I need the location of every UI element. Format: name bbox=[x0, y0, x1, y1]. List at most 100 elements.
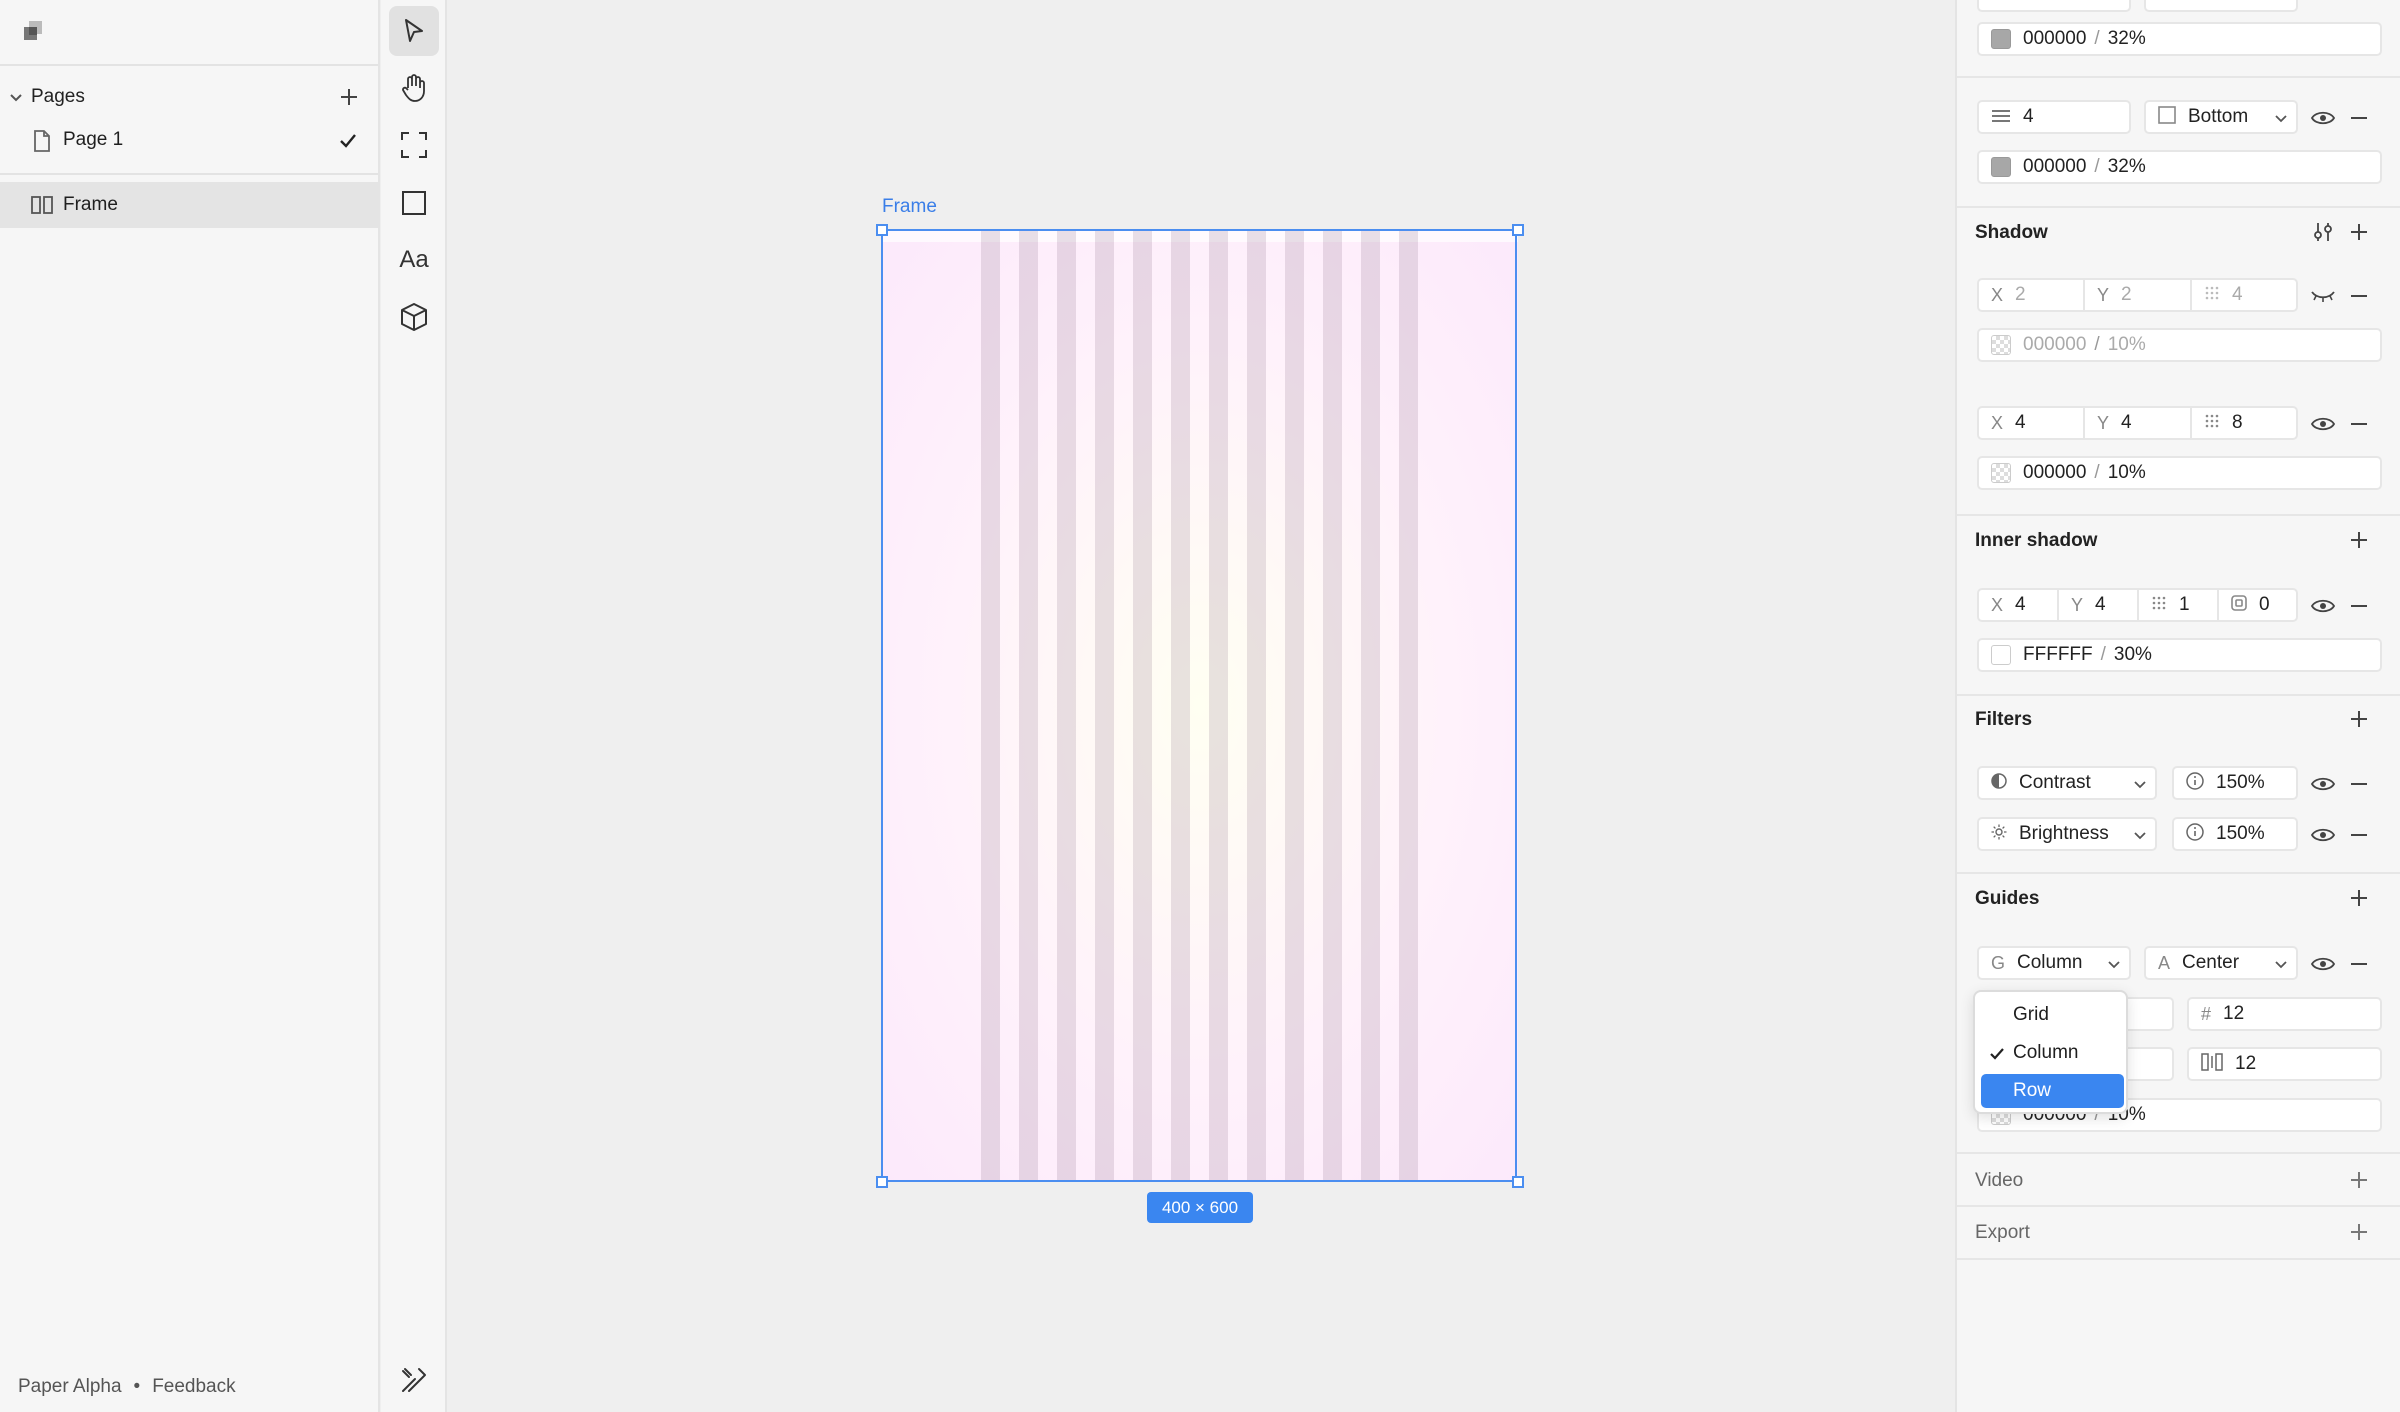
add-guide-icon[interactable] bbox=[2345, 884, 2373, 912]
inner-shadow-spread-field[interactable]: 0 bbox=[2219, 590, 2296, 620]
app-name: Paper Alpha bbox=[18, 1376, 122, 1397]
remove-icon[interactable] bbox=[2345, 104, 2373, 132]
border-side-select[interactable] bbox=[2144, 0, 2298, 12]
resize-handle-top-left[interactable] bbox=[876, 224, 888, 236]
add-inner-shadow-icon[interactable] bbox=[2345, 526, 2373, 554]
dev-tools-button[interactable] bbox=[389, 1355, 439, 1405]
shadow-y-value: 2 bbox=[2121, 284, 2132, 305]
add-filter-icon[interactable] bbox=[2345, 705, 2373, 733]
guide-gutter-field[interactable]: 12 bbox=[2187, 1047, 2382, 1081]
add-export-icon[interactable] bbox=[2345, 1218, 2373, 1246]
guide-type-select[interactable]: G Column bbox=[1977, 946, 2131, 980]
text-tool[interactable]: Aa bbox=[389, 235, 439, 285]
shadow-blur-field[interactable]: 8 bbox=[2192, 408, 2296, 438]
shadow-blur-value: 8 bbox=[2232, 412, 2243, 433]
menu-item-column[interactable]: Column bbox=[1981, 1036, 2124, 1070]
component-tool[interactable] bbox=[389, 292, 439, 342]
rectangle-tool[interactable] bbox=[389, 178, 439, 228]
filter-name: Contrast bbox=[2019, 772, 2091, 793]
eye-closed-icon[interactable] bbox=[2309, 282, 2337, 310]
frame-name-label[interactable]: Frame bbox=[882, 196, 937, 218]
resize-handle-bottom-left[interactable] bbox=[876, 1176, 888, 1188]
inner-shadow-color-field[interactable]: FFFFFF / 30% bbox=[1977, 638, 2382, 672]
add-shadow-icon[interactable] bbox=[2345, 218, 2373, 246]
chevron-down-icon[interactable] bbox=[8, 88, 24, 111]
remove-icon[interactable] bbox=[2345, 592, 2373, 620]
checkmark-icon bbox=[1990, 1048, 2004, 1060]
remove-icon[interactable] bbox=[2345, 950, 2373, 978]
shadow-y-field[interactable]: Y 2 bbox=[2085, 280, 2192, 310]
divider bbox=[0, 64, 378, 66]
inner-shadow-blur-field[interactable]: 1 bbox=[2139, 590, 2219, 620]
remove-icon[interactable] bbox=[2345, 410, 2373, 438]
inner-shadow-x-field[interactable]: X 4 bbox=[1979, 590, 2059, 620]
shadow-offset-field[interactable]: X 4 Y 4 8 bbox=[1977, 406, 2298, 440]
remove-icon[interactable] bbox=[2345, 282, 2373, 310]
menu-item-grid[interactable]: Grid bbox=[1981, 998, 2124, 1032]
resize-handle-bottom-right[interactable] bbox=[1512, 1176, 1524, 1188]
shadow-x-field[interactable]: X 4 bbox=[1979, 408, 2085, 438]
eye-icon[interactable] bbox=[2309, 770, 2337, 798]
color-swatch[interactable] bbox=[1991, 29, 2011, 49]
shadow-color-field[interactable]: 000000 / 10% bbox=[1977, 328, 2382, 362]
pages-header[interactable]: Pages bbox=[0, 80, 380, 114]
shadow-y-field[interactable]: Y 4 bbox=[2085, 408, 2192, 438]
guide-count-field[interactable]: # 12 bbox=[2187, 997, 2382, 1031]
border-side-select[interactable]: Bottom bbox=[2144, 100, 2298, 134]
layers-panel: Pages Page 1 Frame Paper Alpha • Feedbac… bbox=[0, 0, 380, 1412]
inner-shadow-y-value: 4 bbox=[2095, 594, 2106, 615]
filter-value-field[interactable]: 150% bbox=[2172, 766, 2298, 800]
shadow-color-field[interactable]: 000000 / 10% bbox=[1977, 456, 2382, 490]
guide-align-select[interactable]: A Center bbox=[2144, 946, 2298, 980]
border-color-field[interactable]: 000000 / 32% bbox=[1977, 22, 2382, 56]
remove-icon[interactable] bbox=[2345, 770, 2373, 798]
eye-icon[interactable] bbox=[2309, 950, 2337, 978]
resize-handle-top-right[interactable] bbox=[1512, 224, 1524, 236]
eye-icon[interactable] bbox=[2309, 104, 2337, 132]
color-swatch[interactable] bbox=[1991, 157, 2011, 177]
app-logo-icon[interactable] bbox=[20, 18, 46, 44]
tools-icon bbox=[402, 1368, 426, 1392]
border-width-field[interactable] bbox=[1977, 0, 2131, 12]
eye-icon[interactable] bbox=[2309, 592, 2337, 620]
color-swatch[interactable] bbox=[1991, 335, 2011, 355]
eye-icon[interactable] bbox=[2309, 410, 2337, 438]
footer: Paper Alpha • Feedback bbox=[18, 1376, 236, 1398]
filter-type-select[interactable]: Contrast bbox=[1977, 766, 2157, 800]
layer-item-frame[interactable]: Frame bbox=[0, 182, 379, 228]
filter-value-field[interactable]: 150% bbox=[2172, 817, 2298, 851]
color-swatch[interactable] bbox=[1991, 463, 2011, 483]
select-tool[interactable] bbox=[389, 6, 439, 56]
shadow-offset-field[interactable]: X 2 Y 2 4 bbox=[1977, 278, 2298, 312]
menu-item-row[interactable]: Row bbox=[1981, 1074, 2124, 1108]
sliders-icon[interactable] bbox=[2309, 218, 2337, 246]
divider bbox=[1957, 206, 2400, 208]
page-item[interactable]: Page 1 bbox=[0, 123, 380, 159]
divider bbox=[1957, 694, 2400, 696]
border-width-field[interactable]: 4 bbox=[1977, 100, 2131, 134]
hand-icon bbox=[402, 74, 425, 102]
shadow-x-field[interactable]: X 2 bbox=[1979, 280, 2085, 310]
inner-shadow-field[interactable]: X 4 Y 4 1 0 bbox=[1977, 588, 2298, 622]
shadow-y-value: 4 bbox=[2121, 412, 2132, 433]
footer-dot: • bbox=[133, 1376, 141, 1397]
color-opacity: 10% bbox=[2107, 334, 2146, 355]
border-color-field[interactable]: 000000 / 32% bbox=[1977, 150, 2382, 184]
shadow-blur-field[interactable]: 4 bbox=[2192, 280, 2296, 310]
chevron-down-icon bbox=[2134, 832, 2146, 840]
filter-name: Brightness bbox=[2019, 823, 2109, 844]
filter-type-select[interactable]: Brightness bbox=[1977, 817, 2157, 851]
border-width-value: 4 bbox=[2023, 106, 2034, 127]
inspector-panel: 000000 / 32% 4 Bottom 000000 / 32% Shado… bbox=[1955, 0, 2400, 1412]
remove-icon[interactable] bbox=[2345, 821, 2373, 849]
add-page-icon[interactable] bbox=[338, 86, 360, 114]
frame-tool[interactable] bbox=[389, 120, 439, 170]
eye-icon[interactable] bbox=[2309, 821, 2337, 849]
hand-tool[interactable] bbox=[389, 63, 439, 113]
blur-icon bbox=[2204, 285, 2220, 306]
layer-label: Frame bbox=[63, 194, 118, 215]
color-swatch[interactable] bbox=[1991, 645, 2011, 665]
inner-shadow-y-field[interactable]: Y 4 bbox=[2059, 590, 2139, 620]
feedback-link[interactable]: Feedback bbox=[152, 1376, 235, 1398]
add-video-icon[interactable] bbox=[2345, 1166, 2373, 1194]
